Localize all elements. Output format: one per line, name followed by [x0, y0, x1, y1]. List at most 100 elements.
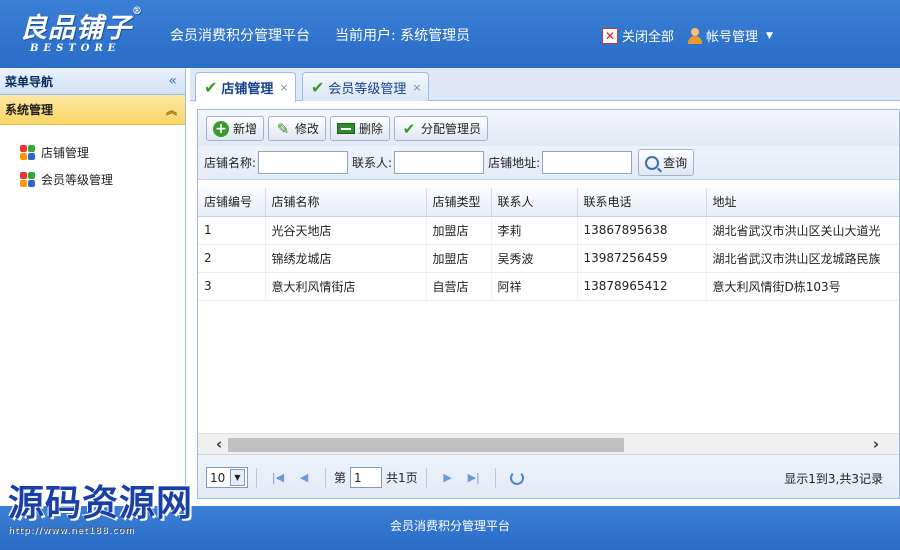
table-cell: 意大利风情街店 — [265, 272, 427, 301]
delete-button[interactable]: 删除 — [330, 116, 391, 141]
chevron-up-icon: ︽ — [166, 103, 177, 117]
table-cell: 1 — [198, 216, 266, 245]
sidebar-item-label: 会员等级管理 — [41, 173, 114, 187]
sidebar-group-label: 系统管理 — [5, 103, 54, 117]
page-size-select[interactable]: 10 ▼ — [206, 467, 248, 488]
table-cell: 湖北省武汉市洪山区关山大道光 — [706, 216, 899, 245]
page-label-before: 第 — [334, 471, 347, 485]
close-icon: ✕ — [602, 27, 618, 44]
tab-strip: ✔ 店铺管理 × ✔ 会员等级管理 × — [190, 68, 900, 102]
chevron-down-icon: ▼ — [230, 469, 245, 486]
watermark-text: 源码资源网 — [8, 483, 194, 524]
divider — [425, 467, 427, 488]
column-header[interactable]: 店铺类型 — [426, 188, 492, 217]
watermark-url: http://www.net188.com — [8, 526, 135, 536]
store-name-input[interactable] — [258, 151, 349, 174]
toolbar: + 新增 ✎ 修改 删除 ✔ 分配管理员 — [198, 110, 899, 146]
tab-close-icon[interactable]: × — [412, 81, 421, 94]
divider — [256, 467, 257, 488]
edit-label: 修改 — [295, 122, 320, 136]
table-row[interactable]: 3 意大利风情街店 自营店 阿祥 13878965412 意大利风情街D栋103… — [198, 272, 899, 301]
tab-store-management[interactable]: ✔ 店铺管理 × — [195, 72, 296, 102]
user-icon — [688, 27, 702, 44]
last-page-icon[interactable]: ▶| — [465, 468, 483, 488]
sidebar-items: 店铺管理 会员等级管理 — [0, 125, 185, 193]
sidebar-item-store[interactable]: 店铺管理 — [0, 139, 185, 166]
divider — [325, 467, 326, 488]
table-cell: 13987256459 — [577, 244, 707, 273]
address-input[interactable] — [542, 151, 633, 174]
assign-label: 分配管理员 — [421, 122, 482, 136]
column-header[interactable]: 店铺编号 — [198, 188, 266, 217]
edit-button[interactable]: ✎ 修改 — [268, 116, 327, 141]
prev-page-icon[interactable]: ◀ — [295, 468, 313, 488]
current-user: 当前用户: 系统管理员 — [335, 28, 471, 44]
watermark: 源码资源网 http://www.net188.com — [8, 482, 204, 546]
table-cell: 吴秀波 — [491, 244, 578, 273]
table-cell: 13867895638 — [577, 216, 707, 245]
check-icon: ✔ — [402, 119, 416, 138]
account-menu[interactable]: 帐号管理 ▼ — [688, 26, 773, 45]
scrollbar-thumb[interactable] — [228, 438, 624, 452]
store-panel: + 新增 ✎ 修改 删除 ✔ 分配管理员 店铺名称: 联系人: 店铺地址: 查询… — [197, 109, 900, 499]
check-icon: ✔ — [311, 77, 325, 97]
column-header[interactable]: 联系电话 — [577, 188, 707, 217]
assign-admin-button[interactable]: ✔ 分配管理员 — [394, 116, 489, 141]
sidebar-group-system[interactable]: 系统管理 ︽ — [0, 95, 185, 125]
platform-title: 会员消费积分管理平台 — [170, 28, 310, 44]
column-header[interactable]: 店铺名称 — [265, 188, 427, 217]
address-label: 店铺地址: — [488, 156, 541, 170]
next-page-icon[interactable]: ▶ — [439, 468, 457, 488]
first-page-icon[interactable]: |◀ — [269, 468, 287, 488]
sidebar-header: 菜单导航 « — [0, 68, 185, 95]
table-row[interactable]: 1 光谷天地店 加盟店 李莉 13867895638 湖北省武汉市洪山区关山大道… — [198, 216, 899, 245]
sidebar-item-label: 店铺管理 — [41, 146, 90, 160]
table-cell: 锦绣龙城店 — [265, 244, 427, 273]
store-name-label: 店铺名称: — [204, 156, 257, 170]
table-cell: 湖北省武汉市洪山区龙城路民族 — [706, 244, 899, 273]
sidebar-title: 菜单导航 — [5, 74, 54, 89]
page-number-input[interactable]: 1 — [350, 467, 383, 488]
horizontal-scrollbar[interactable]: ‹ › — [198, 433, 899, 454]
check-icon: ✔ — [204, 78, 218, 97]
page-size-value: 10 — [210, 470, 226, 485]
table-cell: 阿祥 — [491, 272, 578, 301]
page-total: 共1页 — [386, 471, 418, 485]
sidebar-item-member-level[interactable]: 会员等级管理 — [0, 166, 185, 193]
scroll-left-icon[interactable]: ‹ — [216, 435, 222, 453]
collapse-icon[interactable]: « — [168, 73, 177, 89]
logo-registered-mark: ® — [132, 6, 143, 17]
module-icon — [20, 172, 35, 187]
search-bar: 店铺名称: 联系人: 店铺地址: 查询 — [198, 146, 899, 180]
table-cell: 自营店 — [426, 272, 492, 301]
table-cell: 加盟店 — [426, 244, 492, 273]
module-icon — [20, 145, 35, 160]
column-header[interactable]: 联系人 — [491, 188, 578, 217]
table-cell: 2 — [198, 244, 266, 273]
search-icon — [645, 155, 660, 170]
store-table: 店铺编号 店铺名称 店铺类型 联系人 联系电话 地址 1 光谷天地店 加盟店 李… — [198, 188, 899, 433]
table-cell: 13878965412 — [577, 272, 707, 301]
contact-label: 联系人: — [352, 156, 393, 170]
table-row[interactable]: 2 锦绣龙城店 加盟店 吴秀波 13987256459 湖北省武汉市洪山区龙城路… — [198, 244, 899, 273]
close-all-button[interactable]: ✕ 关闭全部 — [602, 26, 674, 45]
column-header[interactable]: 地址 — [706, 188, 899, 217]
pagination-bar: 10 ▼ |◀ ◀ 第 1 共1页 ▶ ▶| 显示1到3,共3记录 — [198, 454, 899, 498]
scroll-right-icon[interactable]: › — [873, 435, 879, 453]
chevron-down-icon: ▼ — [766, 30, 773, 41]
table-cell: 3 — [198, 272, 266, 301]
query-label: 查询 — [663, 156, 688, 170]
close-all-label: 关闭全部 — [622, 30, 675, 45]
refresh-icon[interactable] — [509, 470, 524, 485]
tab-member-level-management[interactable]: ✔ 会员等级管理 × — [302, 72, 429, 101]
table-cell: 光谷天地店 — [265, 216, 427, 245]
add-button[interactable]: + 新增 — [206, 116, 265, 141]
query-button[interactable]: 查询 — [638, 149, 695, 176]
contact-input[interactable] — [394, 151, 485, 174]
tab-close-icon[interactable]: × — [279, 81, 288, 94]
main-area: ✔ 店铺管理 × ✔ 会员等级管理 × + 新增 ✎ 修改 删除 ✔ 分配管理员… — [190, 68, 900, 506]
pencil-icon: ✎ — [276, 119, 290, 138]
table-cell: 李莉 — [491, 216, 578, 245]
table-cell: 加盟店 — [426, 216, 492, 245]
minus-icon — [337, 123, 356, 134]
